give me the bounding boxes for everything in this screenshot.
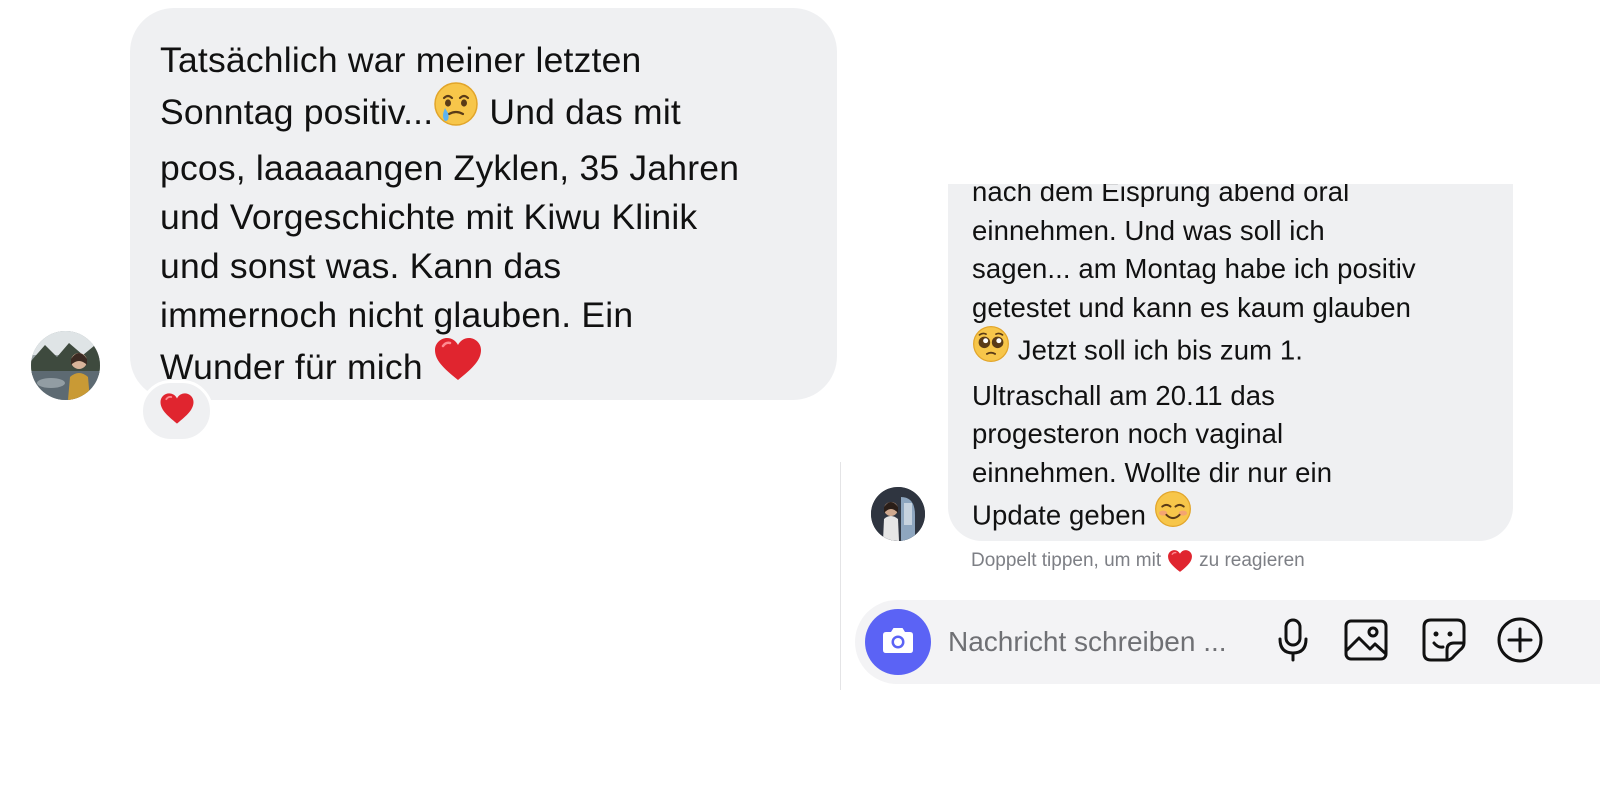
add-icon	[1496, 616, 1544, 669]
message-line: einnehmen. Und was soll ich	[972, 214, 1325, 246]
red-heart-icon	[1167, 549, 1193, 573]
message-line: sagen... am Montag habe ich positiv	[972, 253, 1416, 285]
message-line: Wunder für mich	[160, 338, 807, 399]
incoming-message-bubble[interactable]: nach dem Eisprung abend oral einnehmen. …	[948, 184, 1513, 541]
camera-button[interactable]	[865, 609, 931, 675]
smiling-face-icon	[1154, 490, 1192, 539]
message-line: nach dem Eisprung abend oral	[972, 184, 1350, 207]
message-composer: Nachricht schreiben ...	[855, 600, 1600, 684]
message-line: Update geben	[972, 490, 1416, 541]
message-line: Jetzt soll ich bis zum 1.	[972, 325, 1416, 377]
red-heart-icon	[433, 336, 483, 395]
pleading-face-icon	[972, 325, 1010, 374]
microphone-button[interactable]	[1269, 618, 1317, 666]
message-line: und sonst was. Kann das	[160, 246, 562, 286]
red-heart-icon	[159, 392, 195, 430]
reaction-hint-text: Doppelt tippen, um mit	[971, 550, 1162, 571]
reaction-hint-text: zu reagieren	[1199, 550, 1305, 571]
message-line: Ultraschall am 20.11 das	[972, 379, 1276, 411]
message-line: einnehmen. Wollte dir nur ein	[972, 456, 1333, 488]
message-input[interactable]: Nachricht schreiben ...	[948, 625, 1227, 659]
message-line: getestet und kann es kaum glauben	[972, 292, 1412, 324]
message-line: immernoch nicht glauben. Ein	[160, 295, 634, 335]
gallery-icon	[1343, 618, 1389, 667]
sticker-icon	[1421, 617, 1467, 668]
face-holding-back-tears-icon	[433, 81, 479, 140]
message-line: und Vorgeschichte mit Kiwu Klinik	[160, 197, 698, 237]
sender-avatar[interactable]	[31, 331, 100, 400]
gallery-button[interactable]	[1342, 618, 1390, 666]
reaction-hint: Doppelt tippen, um mit zu reagieren	[971, 548, 1305, 574]
message-line: Sonntag positiv... Und das mit	[160, 82, 807, 144]
sticker-button[interactable]	[1420, 618, 1468, 666]
message-line: Tatsächlich war meiner letzten	[160, 40, 642, 80]
camera-icon	[881, 625, 915, 660]
add-button[interactable]	[1496, 616, 1544, 669]
message-reaction[interactable]	[140, 380, 213, 442]
incoming-message-bubble[interactable]: Tatsächlich war meiner letzten Sonntag p…	[130, 8, 837, 400]
message-line: pcos, laaaaangen Zyklen, 35 Jahren	[160, 148, 740, 188]
panel-divider	[840, 462, 841, 690]
message-line: progesteron noch vaginal	[972, 418, 1284, 450]
screen: Tatsächlich war meiner letzten Sonntag p…	[0, 0, 1600, 800]
contact-avatar[interactable]	[871, 487, 925, 541]
microphone-icon	[1275, 617, 1311, 668]
